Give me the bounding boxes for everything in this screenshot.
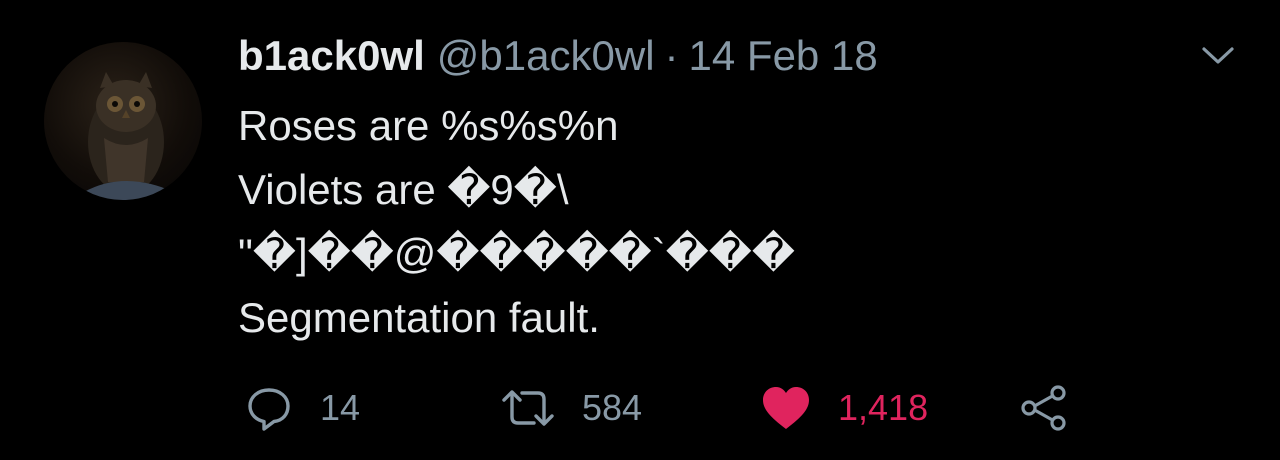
owl-avatar-icon (84, 72, 174, 200)
tweet-actions: 14 584 1,418 (0, 378, 1280, 438)
like-button[interactable]: 1,418 (760, 378, 928, 438)
tweet-menu-button[interactable] (1196, 40, 1240, 70)
chevron-down-icon (1202, 47, 1234, 64)
tweet-text-line: Segmentation fault. (238, 294, 600, 341)
tweet-date[interactable]: 14 Feb 18 (689, 28, 878, 84)
like-count: 1,418 (838, 387, 929, 428)
display-name[interactable]: b1ack0wl (238, 28, 425, 84)
avatar[interactable] (44, 42, 202, 200)
retweet-icon (502, 390, 554, 426)
reply-icon (248, 388, 290, 431)
share-button[interactable] (1018, 378, 1070, 438)
share-icon (1021, 385, 1066, 431)
header-separator: · (664, 32, 679, 79)
tweet-text-line: Violets are �9�\ (238, 166, 569, 213)
username-handle[interactable]: @b1ack0wl (437, 28, 655, 84)
tweet-text-line: Roses are %s%s%n (238, 102, 619, 149)
tweet-text: Roses are %s%s%n Violets are �9�\ "�]��@… (238, 94, 1138, 350)
tweet: b1ack0wl @b1ack0wl · 14 Feb 18 Roses are… (0, 0, 1280, 460)
heart-icon (763, 387, 809, 429)
retweet-count: 584 (582, 387, 643, 428)
tweet-header: b1ack0wl @b1ack0wl · 14 Feb 18 (238, 28, 878, 84)
retweet-button[interactable]: 584 (500, 378, 642, 438)
tweet-text-line: "�]��@�����`��� (238, 230, 795, 277)
reply-button[interactable]: 14 (244, 378, 360, 438)
reply-count: 14 (320, 387, 361, 428)
